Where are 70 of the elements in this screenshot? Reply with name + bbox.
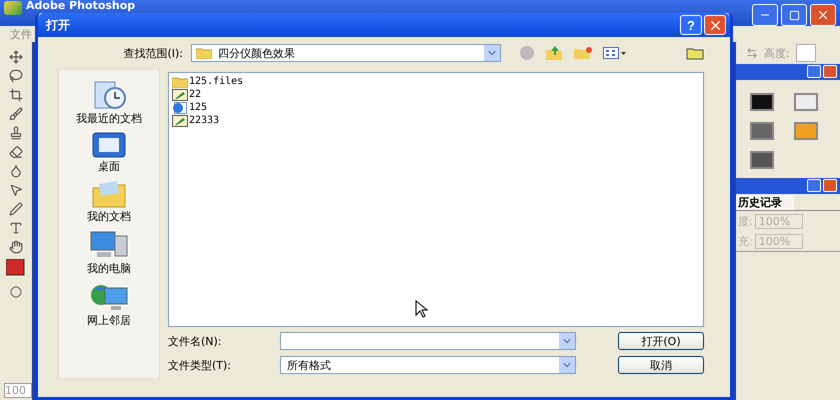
move-icon[interactable] [9, 50, 23, 64]
swap-icon[interactable] [746, 47, 758, 59]
image-file-icon [172, 88, 188, 100]
computer-icon [89, 230, 129, 260]
folder-icon [172, 76, 188, 88]
style-swatch[interactable] [750, 122, 774, 140]
network-computer-icon [89, 282, 129, 312]
desktop-icon [91, 132, 127, 158]
chevron-icon[interactable] [484, 45, 500, 61]
close-icon [816, 8, 830, 22]
image-file-icon [172, 114, 188, 126]
style-swatch[interactable] [750, 93, 774, 112]
maximize-button[interactable] [781, 4, 807, 26]
file-item[interactable]: 22 [189, 89, 202, 100]
places-item[interactable]: 我的文档 [87, 180, 131, 224]
folder-icon[interactable] [686, 46, 704, 60]
places-item[interactable]: 桌面 [91, 132, 127, 174]
style-swatch[interactable] [794, 122, 818, 140]
lasso-icon[interactable] [9, 69, 23, 83]
style-swatch[interactable] [794, 93, 818, 112]
new-folder-icon[interactable] [573, 46, 593, 60]
dialog-title: 打开 [46, 16, 70, 34]
maximize-icon [788, 10, 800, 20]
help-button[interactable]: ? [680, 15, 702, 35]
file-name-label: 文件名(N): [168, 334, 223, 348]
places-item[interactable]: 网上邻居 [87, 282, 131, 328]
height-field[interactable] [796, 44, 816, 62]
style-swatch[interactable] [750, 150, 774, 169]
look-in-label: 查找范围(I): [122, 46, 183, 60]
chevron-icon[interactable] [559, 357, 575, 373]
field-label: 充: [738, 234, 753, 248]
close-button[interactable] [823, 179, 837, 192]
minimize-button[interactable] [807, 65, 821, 78]
file-item[interactable]: 125.files [189, 76, 244, 87]
chevron-icon[interactable] [559, 333, 575, 349]
close-button[interactable] [704, 15, 726, 35]
web-page-icon [172, 102, 188, 114]
hand-icon[interactable] [9, 240, 23, 254]
places-item[interactable]: 我的电脑 [87, 230, 131, 276]
minimize-button[interactable] [752, 4, 778, 26]
close-button[interactable] [823, 65, 837, 78]
close-button[interactable] [810, 4, 836, 26]
up-folder-icon[interactable] [545, 45, 563, 61]
text-icon[interactable] [9, 221, 23, 235]
folder-icon [91, 180, 127, 208]
file-type-dropdown[interactable]: 所有格式 [280, 356, 576, 374]
open-button[interactable]: 打开(O) [618, 332, 704, 350]
eraser-icon[interactable] [9, 145, 23, 159]
field-label: 度: [738, 214, 753, 228]
brush-icon[interactable] [9, 107, 23, 121]
app-title: Adobe Photoshop [26, 0, 136, 12]
height-label: 高度: [764, 46, 790, 60]
mouse-cursor-icon [415, 300, 429, 318]
drop-icon[interactable] [9, 164, 23, 178]
circle-icon[interactable] [10, 286, 22, 298]
arrow-icon[interactable] [9, 183, 23, 197]
file-item[interactable]: 22333 [189, 115, 220, 126]
file-name-field[interactable] [280, 332, 576, 350]
places-item[interactable]: 我最近的文档 [76, 80, 142, 126]
file-item[interactable]: 125 [189, 102, 208, 113]
pen-icon[interactable] [9, 202, 23, 216]
look-in-dropdown[interactable]: 四分仪颜色效果 [191, 44, 501, 62]
cancel-button[interactable]: 取消 [618, 356, 704, 374]
view-menu-icon[interactable] [603, 47, 627, 59]
folder-icon [196, 47, 212, 59]
crop-icon[interactable] [9, 88, 23, 102]
minimize-button[interactable] [807, 179, 821, 192]
file-type-label: 文件类型(T): [168, 358, 232, 372]
stamp-icon[interactable] [9, 126, 23, 140]
panel-tab[interactable]: 历史记录 [736, 194, 794, 210]
